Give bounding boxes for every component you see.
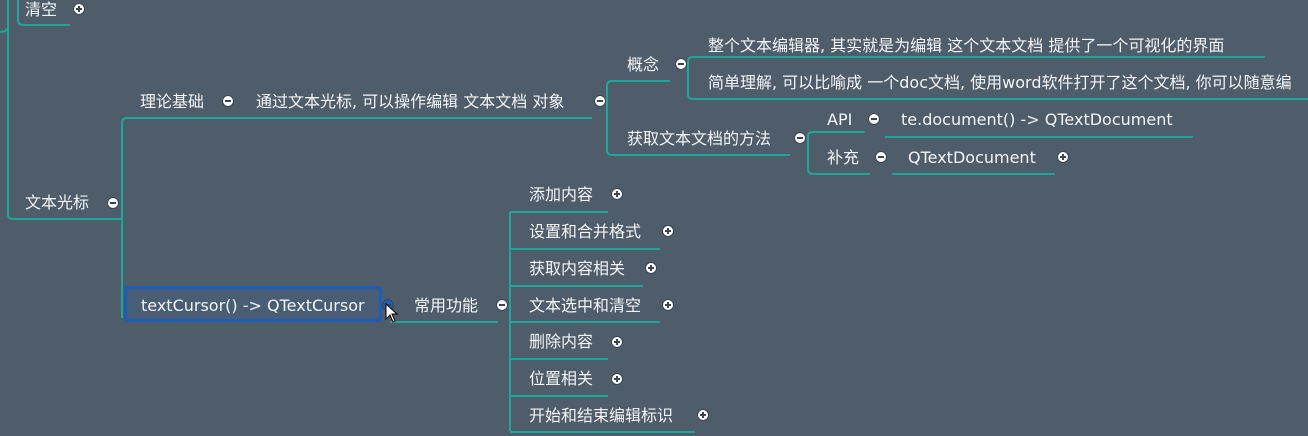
node-tongguo[interactable]: 通过文本光标, 可以操作编辑 文本文档 对象 [256,92,564,112]
collapse-icon[interactable] [595,96,605,106]
list-item-shanchu[interactable]: 删除内容 [529,332,593,352]
collapse-icon[interactable] [108,198,118,208]
expand-icon[interactable] [663,226,673,236]
expand-icon[interactable] [612,374,622,384]
list-item-huoqu[interactable]: 获取内容相关 [529,259,625,279]
node-text-cursor[interactable]: textCursor() -> QTextCursor [141,296,365,316]
node-buchong-value[interactable]: QTextDocument [908,148,1036,168]
node-api[interactable]: API [827,110,852,130]
node-api-value[interactable]: te.document() -> QTextDocument [901,110,1173,130]
collapse-icon[interactable] [876,152,886,162]
mouse-pointer-icon [385,303,399,323]
collapse-icon[interactable] [497,300,507,310]
node-lilun-jichu[interactable]: 理论基础 [140,92,204,112]
list-item-xuanzhong[interactable]: 文本选中和清空 [529,296,641,316]
collapse-icon[interactable] [795,133,805,143]
expand-icon[interactable] [646,263,656,273]
node-gainian-1[interactable]: 整个文本编辑器, 其实就是为编辑 这个文本文档 提供了一个可视化的界面 [708,36,1224,56]
expand-icon[interactable] [698,410,708,420]
node-huoqu-fangfa[interactable]: 获取文本文档的方法 [627,129,771,149]
expand-icon[interactable] [74,4,84,14]
expand-icon[interactable] [612,337,622,347]
list-item-shezhi[interactable]: 设置和合并格式 [529,222,641,242]
node-changyong[interactable]: 常用功能 [414,296,478,316]
expand-icon[interactable] [1058,152,1068,162]
collapse-icon[interactable] [676,59,686,69]
node-gainian[interactable]: 概念 [627,55,659,75]
expand-icon[interactable] [612,189,622,199]
node-buchong[interactable]: 补充 [827,148,859,168]
collapse-icon[interactable] [869,114,879,124]
list-item-kaishi[interactable]: 开始和结束编辑标识 [529,406,673,426]
collapse-icon[interactable] [223,96,233,106]
expand-icon[interactable] [663,300,673,310]
list-item-weizhi[interactable]: 位置相关 [529,369,593,389]
node-wenben-guangbiao[interactable]: 文本光标 [25,193,89,213]
node-qingkong[interactable]: 清空 [25,0,57,20]
list-item-tianjia[interactable]: 添加内容 [529,185,593,205]
node-gainian-2[interactable]: 简单理解, 可以比喻成 一个doc文档, 使用word软件打开了这个文档, 你可… [708,73,1292,93]
